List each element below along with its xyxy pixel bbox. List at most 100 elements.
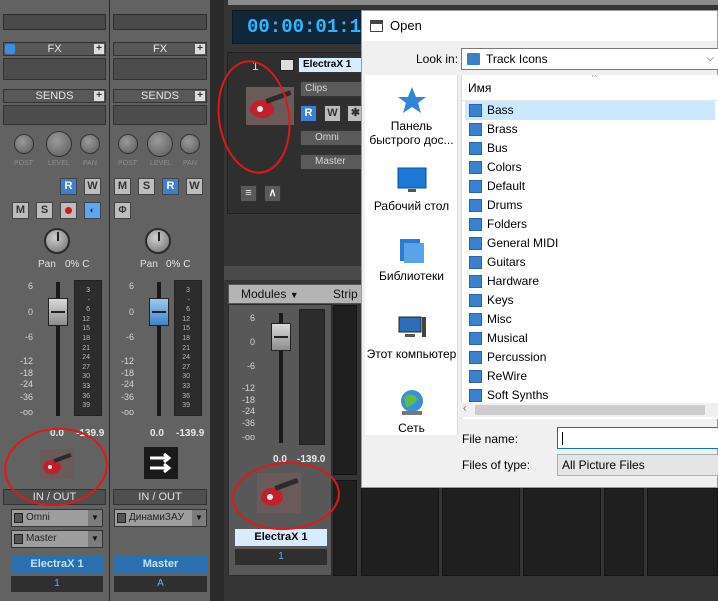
solo-button[interactable]: S <box>138 178 155 195</box>
folder-item[interactable]: Percussion <box>465 348 715 367</box>
folder-item[interactable]: Guitars <box>465 253 715 272</box>
folder-item[interactable]: Folders <box>465 215 715 234</box>
timecode-display[interactable]: 00:00:01:15 <box>232 10 372 44</box>
folder-item[interactable]: Drums <box>465 196 715 215</box>
file-type-select[interactable]: All Picture Files <box>557 454 718 476</box>
post-label: POST <box>14 160 34 167</box>
look-in-combo[interactable]: Track Icons ⌵ <box>461 48 718 70</box>
output-selector[interactable]: Master ▼ <box>11 530 103 548</box>
send-pan-knob[interactable] <box>180 134 200 154</box>
track-automation-icon[interactable]: ∧ <box>264 185 281 202</box>
bus-output-icon[interactable] <box>144 447 178 479</box>
pan-label: Pan <box>140 259 158 270</box>
folder-item[interactable]: Keys <box>465 291 715 310</box>
mute-button[interactable]: M <box>12 202 29 219</box>
fx-rack-slot[interactable] <box>3 58 106 80</box>
strip-name[interactable]: Master <box>114 556 207 573</box>
sends-add-icon[interactable]: + <box>94 91 104 101</box>
file-type-label: Files of type: <box>462 458 531 472</box>
send-pan-knob[interactable] <box>80 134 100 154</box>
track-input-field[interactable]: Omni <box>300 130 364 146</box>
place-desktop[interactable]: Рабочий стол <box>365 165 458 213</box>
fader-scale-label: -36 <box>241 418 255 428</box>
folder-item[interactable]: Brass <box>465 120 715 139</box>
fx-add-icon[interactable]: + <box>94 44 104 54</box>
mute-button[interactable]: M <box>114 178 131 195</box>
folder-item[interactable]: Bass <box>465 101 715 120</box>
read-automation-button[interactable]: R <box>60 178 77 195</box>
strip-dropdown[interactable]: Strip <box>333 285 358 303</box>
fx-add-icon[interactable]: + <box>195 44 205 54</box>
solo-button[interactable]: S <box>36 202 53 219</box>
sends-slot[interactable] <box>3 105 106 125</box>
place-this-pc[interactable]: Этот компьютер <box>365 313 458 361</box>
track-read-button[interactable]: R <box>300 105 317 122</box>
strip-top-slot <box>3 14 106 30</box>
send-post-knob[interactable] <box>14 134 34 154</box>
strip-name[interactable]: ElectraX 1 <box>11 556 103 573</box>
input-echo-button[interactable]: ◐ <box>84 202 101 219</box>
computer-icon <box>396 313 428 343</box>
inspector-volume-fader[interactable] <box>271 323 291 351</box>
sends-slot[interactable] <box>113 105 207 125</box>
folder-item[interactable]: ReWire <box>465 367 715 386</box>
fx-power-icon[interactable] <box>5 44 15 54</box>
inspector-track-name[interactable]: ElectraX 1 <box>235 529 327 546</box>
horizontal-scrollbar[interactable]: ‹ <box>461 403 718 417</box>
sends-add-icon[interactable]: + <box>195 91 205 101</box>
fader-scale-label: 0 <box>128 307 134 317</box>
place-quick-access[interactable]: Панель быстрого дос... <box>365 85 458 147</box>
fader-scale-label: 6 <box>128 281 134 291</box>
write-automation-button[interactable]: W <box>186 178 203 195</box>
input-selector[interactable]: Omni ▼ <box>11 509 103 527</box>
clips-field[interactable]: Clips <box>300 81 364 97</box>
volume-fader[interactable] <box>149 298 169 326</box>
column-header-name[interactable]: Имя ^ <box>462 75 718 101</box>
track-output-field[interactable]: Master <box>300 154 364 170</box>
pan-knob[interactable] <box>145 228 171 254</box>
track-name-field[interactable]: ElectraX 1 <box>298 57 364 73</box>
folder-item[interactable]: Musical <box>465 329 715 348</box>
meter-scale: 3-6 12 15 18 21 24 27 30 33 36 39 <box>182 287 190 410</box>
track-lanes-icon[interactable]: ≡ <box>240 185 257 202</box>
fader-scale-label: -18 <box>241 395 255 405</box>
folder-item[interactable]: General MIDI <box>465 234 715 253</box>
folder-item[interactable]: Colors <box>465 158 715 177</box>
folder-item[interactable]: Default <box>465 177 715 196</box>
fader-scale-label: -oo <box>19 407 33 417</box>
send-level-knob[interactable] <box>147 131 173 157</box>
pan-knob[interactable] <box>44 228 70 254</box>
send-level-knob[interactable] <box>46 131 72 157</box>
fx-rack-slot[interactable] <box>113 58 207 80</box>
scrollbar-thumb[interactable] <box>475 405 705 415</box>
read-automation-button[interactable]: R <box>162 178 179 195</box>
send-post-knob[interactable] <box>118 134 138 154</box>
folder-item[interactable]: Hardware <box>465 272 715 291</box>
file-list[interactable]: Имя ^ Bass Brass Bus Colors Default Drum… <box>461 75 718 419</box>
modules-dropdown[interactable]: Modules ▼ <box>241 285 299 304</box>
pan-label-small: PAN <box>183 160 197 167</box>
file-name-label: File name: <box>462 432 519 446</box>
phase-button[interactable]: Φ <box>114 202 131 219</box>
volume-fader[interactable] <box>48 298 68 326</box>
scroll-left-icon[interactable]: ‹ <box>463 403 466 414</box>
dialog-title-bar[interactable]: Open <box>362 11 717 41</box>
fader-scale-label: -12 <box>19 356 33 366</box>
folder-icon <box>469 180 482 193</box>
file-name-input[interactable] <box>557 427 718 449</box>
sends-header: SENDS + <box>113 89 207 103</box>
sends-label: SENDS <box>141 90 179 102</box>
folder-icon <box>467 53 480 65</box>
pan-value: 0% C <box>166 259 191 270</box>
folder-icon <box>469 142 482 155</box>
folder-item[interactable]: Misc <box>465 310 715 329</box>
record-arm-button[interactable] <box>60 202 77 219</box>
track-write-button[interactable]: W <box>324 105 341 122</box>
keyboard-icon <box>280 59 294 71</box>
folder-item[interactable]: Bus <box>465 139 715 158</box>
place-network[interactable]: Сеть <box>365 387 458 435</box>
input-selector[interactable]: ДинамиЗAУ ▼ <box>114 509 207 527</box>
place-libraries[interactable]: Библиотеки <box>365 235 458 283</box>
window-icon <box>370 20 383 32</box>
write-automation-button[interactable]: W <box>84 178 101 195</box>
